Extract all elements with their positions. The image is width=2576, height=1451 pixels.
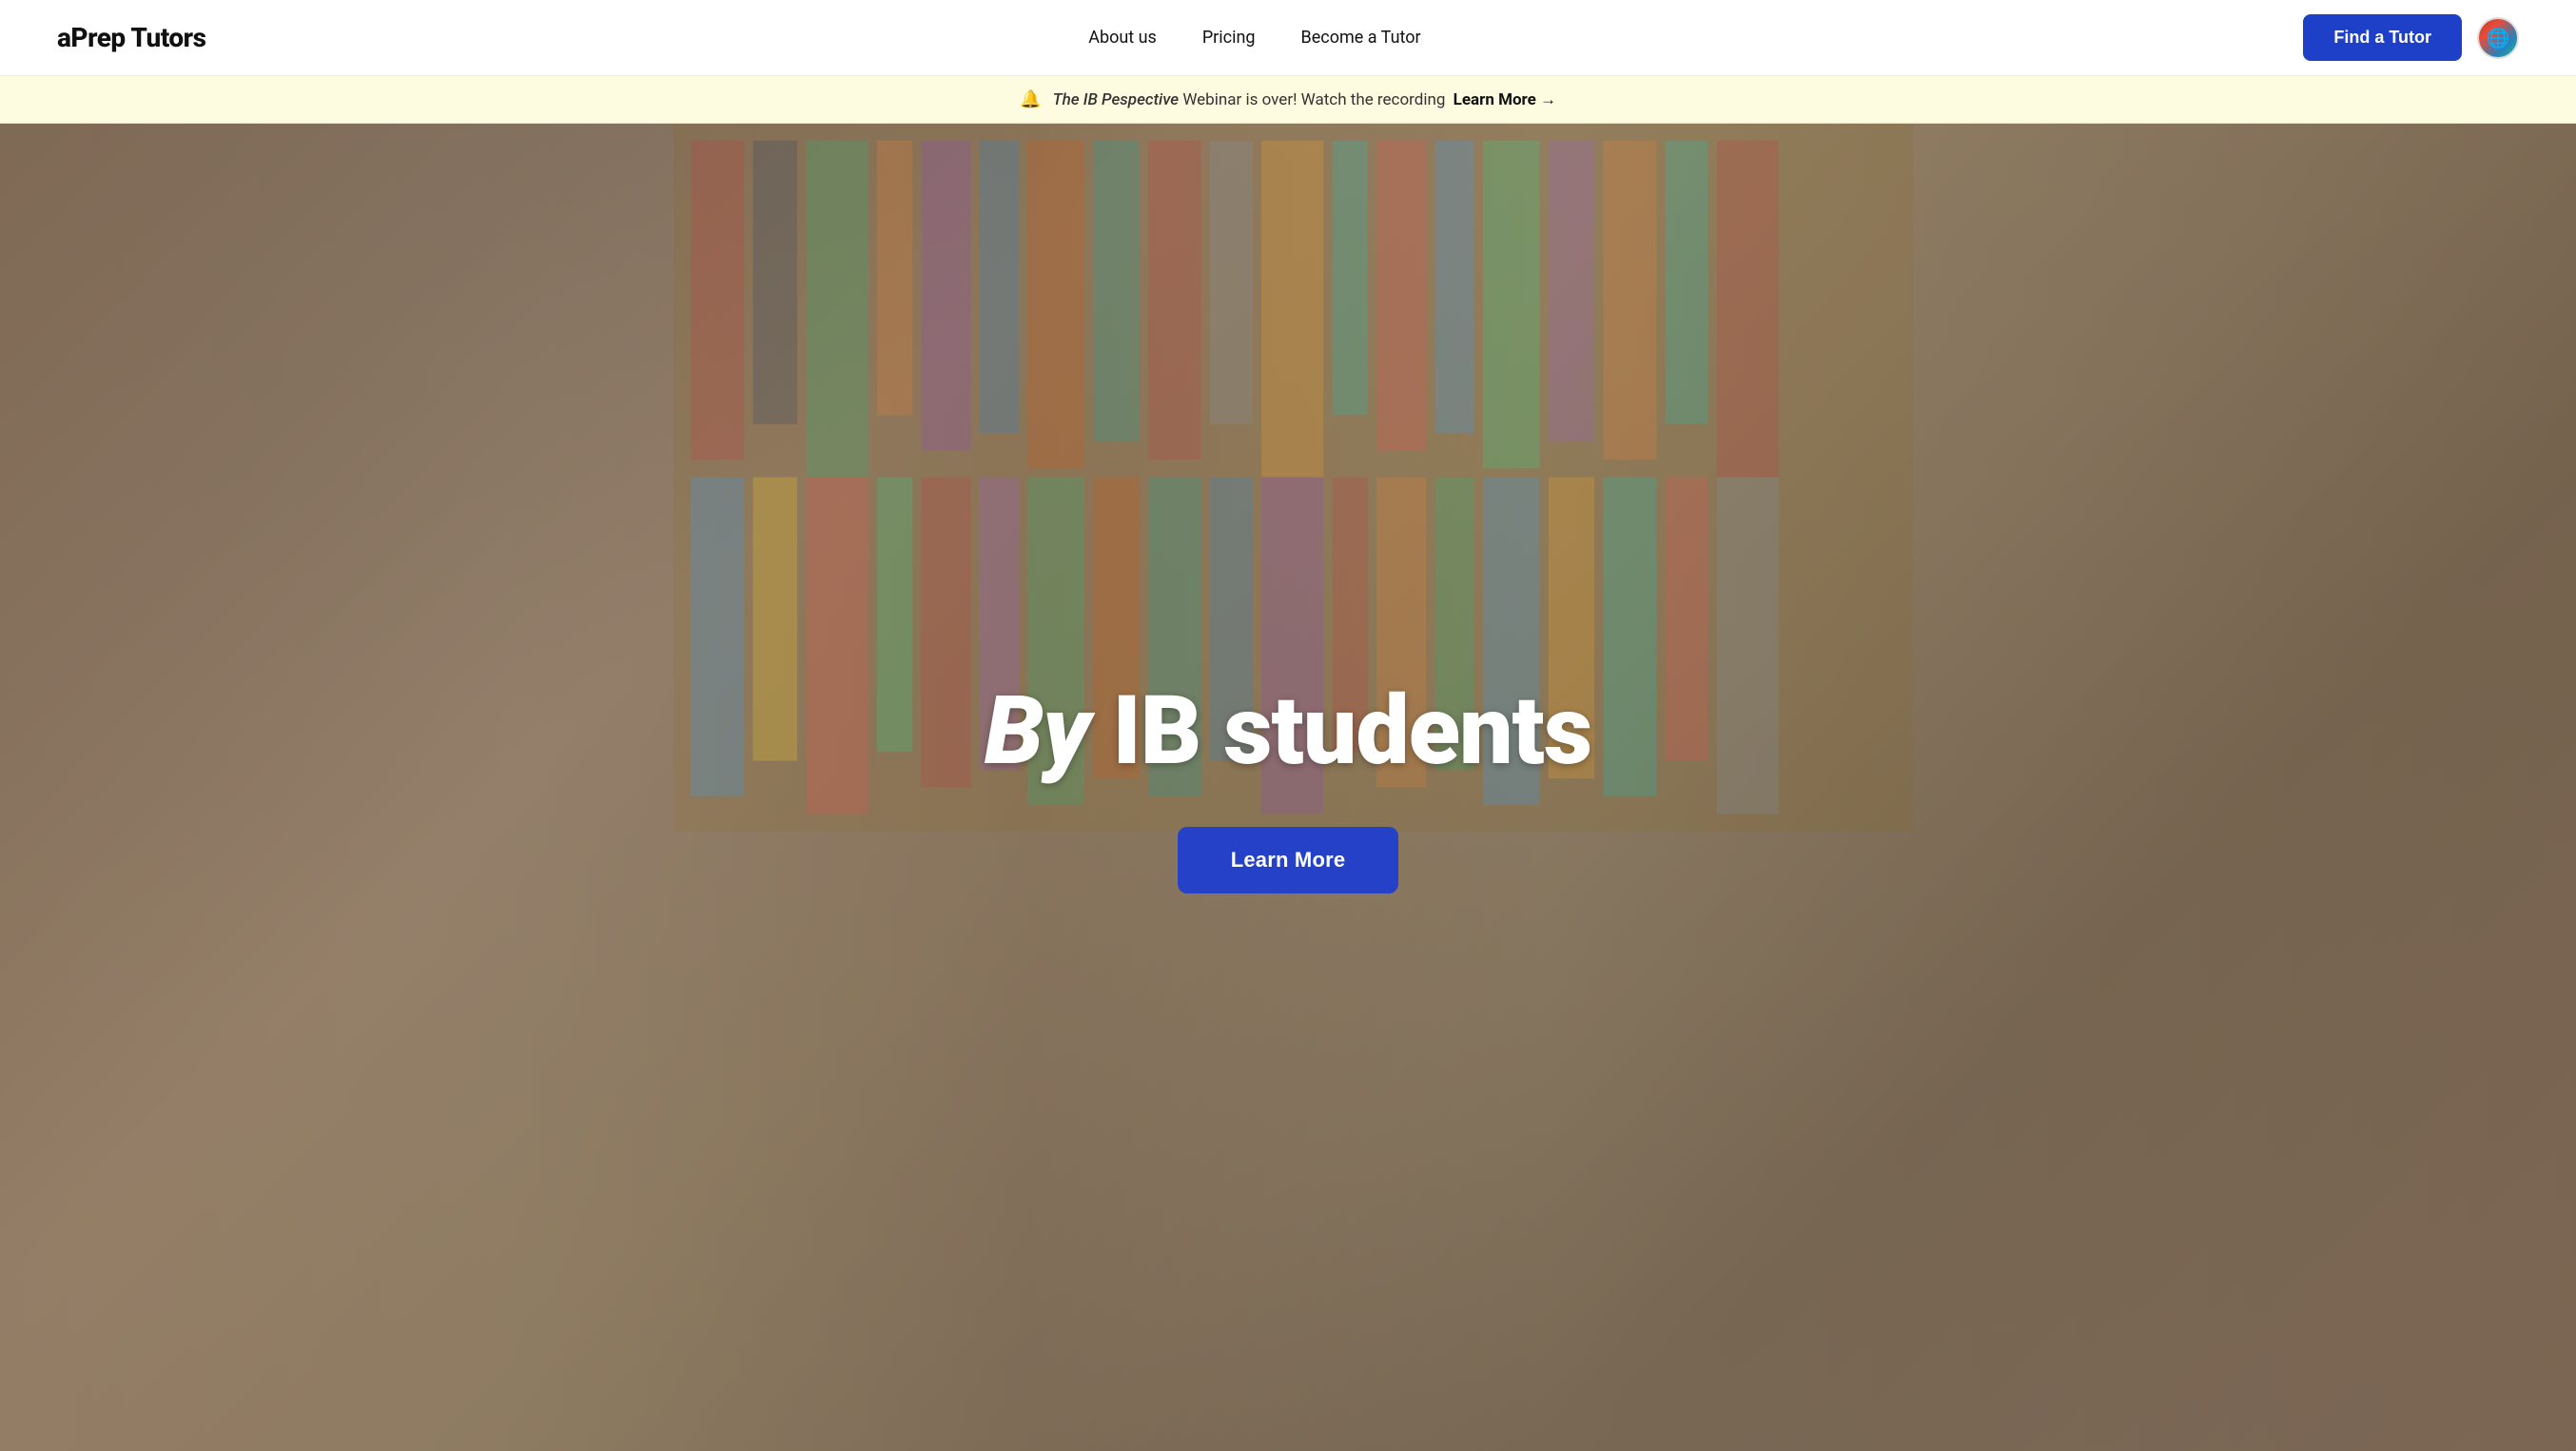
- nav-cta: Find a Tutor 🌐: [2303, 14, 2519, 61]
- nav-item-pricing[interactable]: Pricing: [1202, 28, 1256, 48]
- nav-link-about[interactable]: About us: [1088, 28, 1157, 48]
- announcement-message: Webinar is over! Watch the recording: [1182, 90, 1449, 109]
- nav-item-become-tutor[interactable]: Become a Tutor: [1301, 28, 1421, 48]
- hero-section: By IB students Learn More: [0, 124, 2576, 1451]
- navbar: aPrep Tutors About us Pricing Become a T…: [0, 0, 2576, 76]
- bell-icon: 🔔: [1020, 89, 1041, 109]
- nav-link-become-tutor[interactable]: Become a Tutor: [1301, 28, 1421, 48]
- find-tutor-button[interactable]: Find a Tutor: [2303, 14, 2462, 61]
- announcement-learn-more-link[interactable]: Learn More →: [1454, 90, 1556, 109]
- nav-links: About us Pricing Become a Tutor: [1088, 28, 1420, 48]
- hero-title: By IB students: [985, 681, 1591, 781]
- hero-title-rest: IB students: [1090, 676, 1592, 787]
- nav-link-pricing[interactable]: Pricing: [1202, 28, 1256, 48]
- avatar[interactable]: 🌐: [2477, 17, 2519, 59]
- nav-item-about[interactable]: About us: [1088, 28, 1157, 48]
- hero-title-italic: By: [985, 676, 1090, 787]
- hero-content: By IB students Learn More: [0, 124, 2576, 1451]
- hero-learn-more-button[interactable]: Learn More: [1178, 827, 1399, 893]
- announcement-banner: 🔔 The IB Pespective Webinar is over! Wat…: [0, 76, 2576, 124]
- announcement-italic-title: The IB Pespective: [1053, 90, 1180, 109]
- brand-logo[interactable]: aPrep Tutors: [57, 22, 205, 53]
